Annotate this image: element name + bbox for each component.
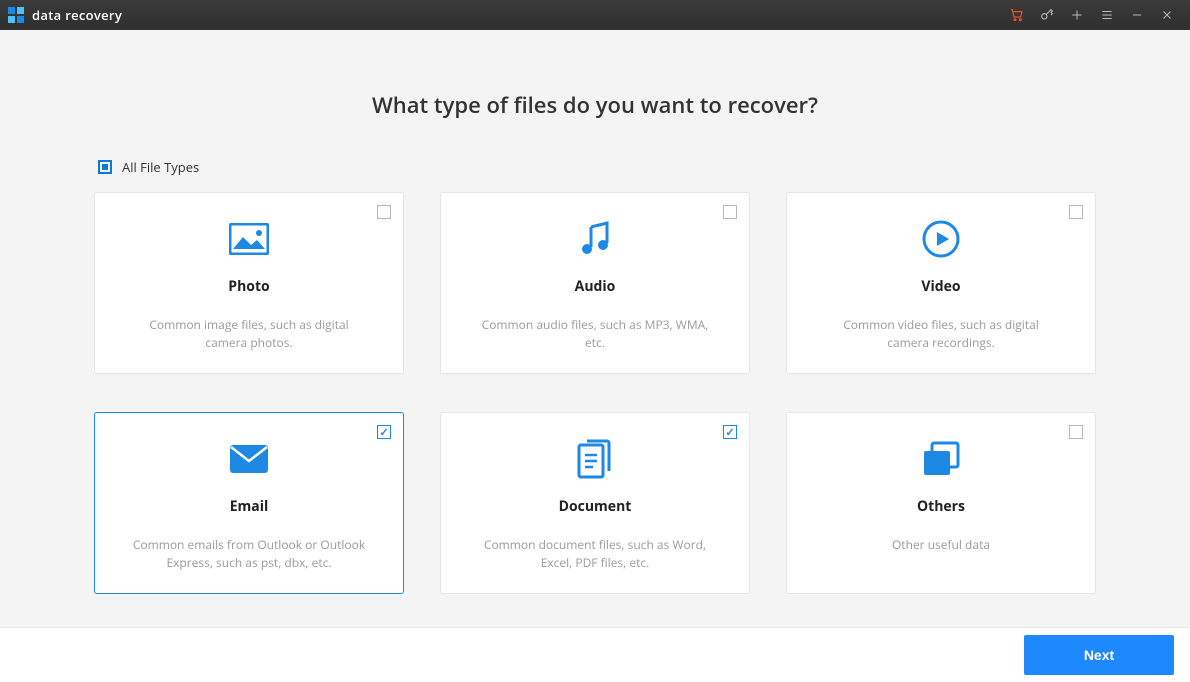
file-type-card-document[interactable]: Document Common document files, such as …	[440, 412, 750, 594]
card-title: Email	[119, 497, 379, 516]
card-checkbox[interactable]	[723, 425, 737, 439]
card-title: Others	[811, 497, 1071, 516]
card-description: Common video files, such as digital came…	[811, 316, 1071, 352]
app-title: data recovery	[32, 6, 122, 24]
card-checkbox[interactable]	[1069, 205, 1083, 219]
audio-icon	[465, 217, 725, 261]
close-icon[interactable]	[1152, 0, 1182, 30]
all-file-types-label: All File Types	[122, 158, 199, 176]
card-checkbox[interactable]	[377, 205, 391, 219]
file-type-card-audio[interactable]: Audio Common audio files, such as MP3, W…	[440, 192, 750, 374]
card-title: Photo	[119, 277, 379, 296]
file-type-card-others[interactable]: Others Other useful data	[786, 412, 1096, 594]
card-title: Document	[465, 497, 725, 516]
file-type-card-photo[interactable]: Photo Common image files, such as digita…	[94, 192, 404, 374]
photo-icon	[119, 217, 379, 261]
footer-bar: Next	[0, 627, 1190, 682]
key-icon[interactable]	[1032, 0, 1062, 30]
card-description: Common audio files, such as MP3, WMA, et…	[465, 316, 725, 352]
card-checkbox[interactable]	[723, 205, 737, 219]
next-button[interactable]: Next	[1024, 635, 1174, 675]
card-description: Common document files, such as Word, Exc…	[465, 536, 725, 572]
main-area: What type of files do you want to recove…	[0, 30, 1190, 627]
file-type-card-email[interactable]: Email Common emails from Outlook or Outl…	[94, 412, 404, 594]
card-description: Other useful data	[811, 536, 1071, 554]
page-heading: What type of files do you want to recove…	[0, 90, 1190, 120]
card-checkbox[interactable]	[377, 425, 391, 439]
all-file-types-checkbox[interactable]: All File Types	[98, 158, 199, 176]
email-icon	[119, 437, 379, 481]
card-description: Common image files, such as digital came…	[119, 316, 379, 352]
menu-icon[interactable]	[1092, 0, 1122, 30]
app-logo-icon	[8, 7, 24, 23]
file-type-card-video[interactable]: Video Common video files, such as digita…	[786, 192, 1096, 374]
document-icon	[465, 437, 725, 481]
cart-icon[interactable]	[1002, 0, 1032, 30]
card-description: Common emails from Outlook or Outlook Ex…	[119, 536, 379, 572]
video-icon	[811, 217, 1071, 261]
file-type-grid: Photo Common image files, such as digita…	[94, 192, 1096, 594]
card-title: Audio	[465, 277, 725, 296]
minimize-icon[interactable]	[1122, 0, 1152, 30]
checkbox-indeterminate-icon	[98, 160, 112, 174]
others-icon	[811, 437, 1071, 481]
card-checkbox[interactable]	[1069, 425, 1083, 439]
plus-icon[interactable]	[1062, 0, 1092, 30]
titlebar: data recovery	[0, 0, 1190, 30]
card-title: Video	[811, 277, 1071, 296]
